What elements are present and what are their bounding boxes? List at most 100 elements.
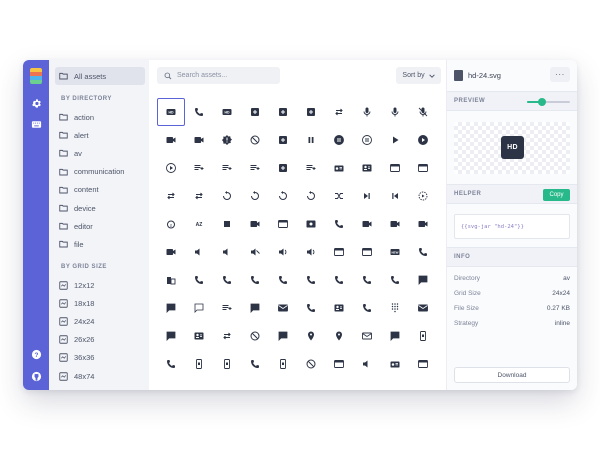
icon-tile[interactable] bbox=[297, 266, 325, 294]
icon-tile[interactable] bbox=[241, 294, 269, 322]
icon-tile[interactable] bbox=[157, 322, 185, 350]
icon-tile[interactable] bbox=[157, 350, 185, 378]
icon-tile[interactable] bbox=[241, 126, 269, 154]
keyboard-icon[interactable] bbox=[29, 117, 43, 131]
icon-tile[interactable] bbox=[297, 322, 325, 350]
icon-tile[interactable] bbox=[241, 350, 269, 378]
icon-tile[interactable] bbox=[381, 266, 409, 294]
icon-tile[interactable] bbox=[241, 238, 269, 266]
sidebar-item-communication[interactable]: communication bbox=[59, 165, 124, 179]
settings-icon[interactable] bbox=[29, 96, 43, 110]
sidebar-item-action[interactable]: action bbox=[59, 110, 94, 124]
icon-tile[interactable] bbox=[241, 154, 269, 182]
icon-tile[interactable] bbox=[297, 294, 325, 322]
icon-tile[interactable] bbox=[325, 266, 353, 294]
icon-tile[interactable] bbox=[185, 98, 213, 126]
icon-tile[interactable] bbox=[213, 182, 241, 210]
icon-tile[interactable] bbox=[381, 210, 409, 238]
icon-tile[interactable] bbox=[213, 350, 241, 378]
icon-tile[interactable] bbox=[269, 210, 297, 238]
icon-tile[interactable] bbox=[269, 266, 297, 294]
icon-tile[interactable] bbox=[353, 266, 381, 294]
icon-tile[interactable] bbox=[213, 126, 241, 154]
icon-tile[interactable] bbox=[185, 350, 213, 378]
icon-tile[interactable] bbox=[185, 182, 213, 210]
icon-tile[interactable] bbox=[381, 98, 409, 126]
sidebar-item-device[interactable]: device bbox=[59, 201, 96, 215]
icon-tile[interactable] bbox=[325, 294, 353, 322]
icon-tile[interactable] bbox=[185, 238, 213, 266]
icon-tile[interactable] bbox=[269, 154, 297, 182]
icon-tile[interactable] bbox=[157, 238, 185, 266]
icon-tile[interactable] bbox=[213, 322, 241, 350]
icon-tile[interactable]: NEW bbox=[381, 238, 409, 266]
icon-tile[interactable] bbox=[325, 126, 353, 154]
icon-tile[interactable] bbox=[353, 210, 381, 238]
sidebar-item-grid-18x18[interactable]: 18x18 bbox=[59, 296, 94, 310]
icon-tile[interactable] bbox=[325, 98, 353, 126]
icon-tile[interactable] bbox=[269, 98, 297, 126]
sidebar-item-grid-48x74[interactable]: 48x74 bbox=[59, 369, 94, 383]
icon-tile[interactable] bbox=[157, 126, 185, 154]
icon-tile[interactable] bbox=[241, 266, 269, 294]
icon-tile[interactable] bbox=[269, 182, 297, 210]
icon-tile[interactable] bbox=[269, 126, 297, 154]
sort-dropdown[interactable]: Sort by bbox=[396, 67, 441, 84]
icon-tile[interactable] bbox=[213, 210, 241, 238]
sidebar-item-grid-12x12[interactable]: 12x12 bbox=[59, 278, 94, 292]
icon-tile[interactable] bbox=[157, 294, 185, 322]
sidebar-item-file[interactable]: file bbox=[59, 237, 84, 251]
icon-tile[interactable]: AZ bbox=[185, 210, 213, 238]
download-button[interactable]: Download bbox=[454, 367, 570, 383]
sidebar-item-grid-26x26[interactable]: 26x26 bbox=[59, 333, 94, 347]
icon-tile[interactable] bbox=[241, 210, 269, 238]
icon-tile[interactable] bbox=[353, 294, 381, 322]
icon-tile[interactable] bbox=[381, 322, 409, 350]
sidebar-item-all-assets-label[interactable]: All assets bbox=[59, 69, 106, 83]
icon-tile[interactable]: HD bbox=[157, 98, 185, 126]
helper-code[interactable]: {{svg-jar "hd-24"}} bbox=[454, 214, 570, 239]
icon-tile[interactable] bbox=[353, 154, 381, 182]
icon-tile[interactable] bbox=[185, 322, 213, 350]
icon-tile[interactable] bbox=[297, 154, 325, 182]
sidebar-item-editor[interactable]: editor bbox=[59, 219, 93, 233]
icon-tile[interactable] bbox=[409, 126, 437, 154]
github-icon[interactable] bbox=[29, 369, 43, 383]
icon-tile[interactable] bbox=[213, 238, 241, 266]
sidebar-item-av[interactable]: av bbox=[59, 146, 82, 160]
icon-tile[interactable] bbox=[409, 238, 437, 266]
icon-tile[interactable] bbox=[381, 350, 409, 378]
icon-tile[interactable] bbox=[353, 98, 381, 126]
icon-tile[interactable] bbox=[409, 266, 437, 294]
icon-tile[interactable] bbox=[269, 322, 297, 350]
zoom-slider[interactable] bbox=[527, 98, 570, 106]
icon-tile[interactable] bbox=[381, 154, 409, 182]
sidebar-item-grid-24x24[interactable]: 24x24 bbox=[59, 314, 94, 328]
icon-tile[interactable]: HD bbox=[213, 98, 241, 126]
more-options-button[interactable]: ··· bbox=[550, 67, 570, 82]
icon-tile[interactable] bbox=[325, 210, 353, 238]
icon-tile[interactable] bbox=[269, 238, 297, 266]
icon-tile[interactable]: z bbox=[157, 210, 185, 238]
icon-tile[interactable] bbox=[241, 98, 269, 126]
icon-tile[interactable] bbox=[409, 294, 437, 322]
icon-tile[interactable] bbox=[157, 266, 185, 294]
icon-tile[interactable] bbox=[353, 238, 381, 266]
icon-tile[interactable] bbox=[353, 350, 381, 378]
icon-tile[interactable] bbox=[381, 182, 409, 210]
sidebar-item-alert[interactable]: alert bbox=[59, 128, 89, 142]
icon-tile[interactable] bbox=[381, 126, 409, 154]
icon-tile[interactable] bbox=[325, 238, 353, 266]
icon-tile[interactable] bbox=[297, 210, 325, 238]
icon-tile[interactable] bbox=[353, 182, 381, 210]
icon-tile[interactable] bbox=[297, 350, 325, 378]
icon-tile[interactable] bbox=[297, 98, 325, 126]
icon-tile[interactable] bbox=[241, 182, 269, 210]
icon-tile[interactable] bbox=[409, 210, 437, 238]
help-icon[interactable]: ? bbox=[29, 347, 43, 361]
icon-tile[interactable] bbox=[325, 350, 353, 378]
icon-tile[interactable] bbox=[409, 350, 437, 378]
icon-tile[interactable] bbox=[157, 154, 185, 182]
icon-tile[interactable] bbox=[185, 266, 213, 294]
sidebar-item-grid-36x36[interactable]: 36x36 bbox=[59, 351, 94, 365]
